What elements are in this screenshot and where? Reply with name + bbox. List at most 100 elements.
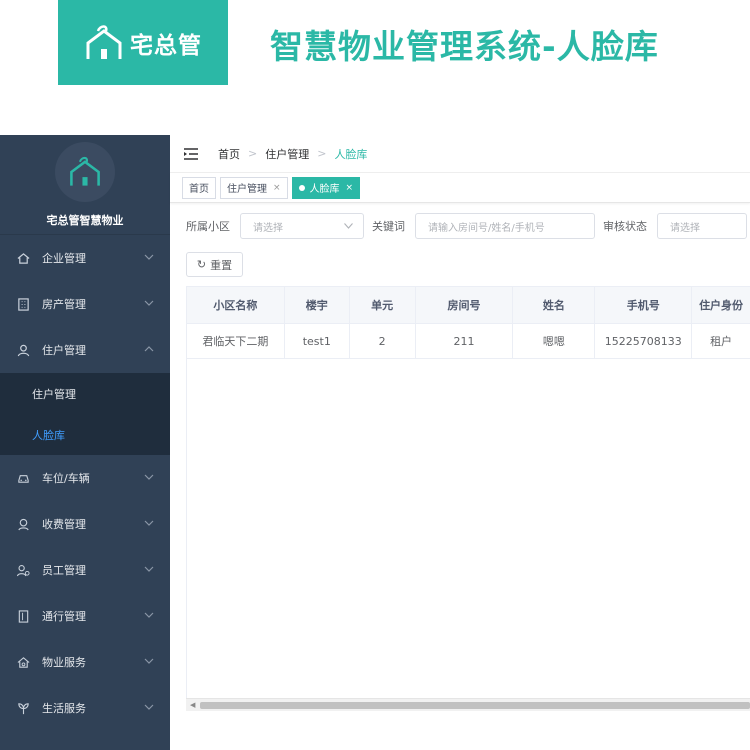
tags-view: 首页 住户管理 × 人脸库 ×	[170, 173, 750, 203]
sidebar-item-life-service[interactable]: 生活服务	[0, 685, 170, 731]
reset-label: 重置	[210, 258, 233, 272]
status-label: 审核状态	[603, 220, 647, 233]
sidebar-item-staff[interactable]: 员工管理	[0, 547, 170, 593]
status-select[interactable]: 请选择	[657, 213, 747, 239]
column-header[interactable]: 小区名称	[187, 287, 285, 323]
sidebar-item-residents[interactable]: 住户管理	[0, 327, 170, 373]
sidebar-item-enterprise[interactable]: 企业管理	[0, 235, 170, 281]
scrollbar-thumb[interactable]	[200, 702, 750, 709]
keyword-placeholder: 请输入房间号/姓名/手机号	[428, 222, 545, 234]
sidebar-item-label: 车位/车辆	[42, 472, 90, 485]
tag-home[interactable]: 首页	[182, 176, 216, 199]
column-header[interactable]: 房间号	[416, 287, 514, 323]
logo: 宅总管	[58, 0, 228, 85]
column-header[interactable]: 楼宇	[285, 287, 350, 323]
chevron-down-icon	[344, 223, 353, 229]
sidebar-item-label: 收费管理	[42, 518, 86, 531]
sidebar: 宅总管智慧物业 企业管理 房产管理 住户管理 住户管理 人脸库 车位/车辆 收费…	[0, 135, 170, 750]
home-icon	[16, 251, 30, 265]
breadcrumb-separator: >	[248, 147, 258, 160]
tag-label: 住户管理	[227, 184, 267, 195]
user-icon	[16, 343, 30, 357]
community-placeholder: 请选择	[253, 222, 283, 234]
table-row[interactable]: 君临天下二期 test1 2 211 嗯嗯 15225708133 租户	[187, 323, 750, 359]
chevron-down-icon	[144, 704, 154, 710]
chevron-down-icon	[144, 300, 154, 306]
sidebar-item-property-service[interactable]: 物业服务	[0, 639, 170, 685]
table-cell: 211	[416, 324, 514, 358]
tag-label: 人脸库	[309, 184, 340, 195]
sidebar-item-billing[interactable]: 收费管理	[0, 501, 170, 547]
logo-text: 宅总管	[130, 32, 202, 59]
submenu-residents: 住户管理 人脸库	[0, 373, 170, 455]
breadcrumb-residents[interactable]: 住户管理	[265, 146, 309, 162]
sidebar-subitem-face-library[interactable]: 人脸库	[0, 414, 170, 455]
sidebar-item-access[interactable]: 通行管理	[0, 593, 170, 639]
leaf-icon	[16, 701, 30, 715]
navbar: 首页 > 住户管理 > 人脸库	[170, 135, 750, 173]
sidebar-item-property[interactable]: 房产管理	[0, 281, 170, 327]
breadcrumb-current: 人脸库	[334, 147, 368, 161]
tag-face-library[interactable]: 人脸库 ×	[291, 176, 361, 199]
data-table: 小区名称 楼宇 单元 房间号 姓名 手机号 住户身份 君临天下二期 test1 …	[186, 286, 750, 711]
sidebar-brand: 宅总管智慧物业	[46, 213, 124, 227]
menu-toggle-icon[interactable]	[184, 147, 198, 160]
staff-icon	[16, 563, 30, 577]
column-header[interactable]: 手机号	[595, 287, 693, 323]
tag-label: 首页	[189, 184, 209, 195]
column-header[interactable]: 住户身份	[692, 287, 750, 323]
main-content: 首页 > 住户管理 > 人脸库 首页 住户管理 × 人脸库 × 所属小区 请选择…	[170, 135, 750, 750]
sidebar-item-label: 通行管理	[42, 610, 86, 623]
scroll-left-icon[interactable]: ◀	[190, 701, 195, 709]
avatar	[55, 141, 115, 202]
column-header[interactable]: 单元	[350, 287, 416, 323]
table-cell: 2	[350, 324, 416, 358]
active-dot-icon	[298, 184, 305, 191]
sidebar-item-label: 房产管理	[42, 298, 86, 311]
sidebar-item-label: 物业服务	[42, 656, 86, 669]
sidebar-item-parking[interactable]: 车位/车辆	[0, 455, 170, 501]
table-header: 小区名称 楼宇 单元 房间号 姓名 手机号 住户身份	[187, 287, 750, 323]
horizontal-scrollbar[interactable]: ◀	[186, 698, 750, 711]
chevron-down-icon	[144, 612, 154, 618]
table-cell: 15225708133	[595, 324, 693, 358]
service-icon	[16, 655, 30, 669]
close-icon[interactable]: ×	[346, 183, 354, 193]
door-icon	[16, 609, 30, 623]
sidebar-item-label: 企业管理	[42, 252, 86, 265]
chevron-down-icon	[144, 474, 154, 480]
community-select[interactable]: 请选择	[240, 213, 364, 239]
chevron-up-icon	[144, 346, 154, 352]
close-icon[interactable]: ×	[273, 183, 281, 193]
sidebar-subitem-resident-management[interactable]: 住户管理	[0, 373, 170, 414]
sidebar-item-label: 住户管理	[42, 344, 86, 357]
status-placeholder: 请选择	[670, 222, 700, 234]
keyword-label: 关键词	[372, 220, 405, 233]
reset-button[interactable]: ↻ 重置	[186, 252, 243, 277]
community-label: 所属小区	[186, 220, 230, 233]
chevron-down-icon	[144, 520, 154, 526]
tag-residents[interactable]: 住户管理 ×	[220, 176, 288, 199]
money-icon	[16, 517, 30, 531]
table-cell: 租户	[710, 335, 733, 348]
sidebar-logo: 宅总管智慧物业	[0, 135, 170, 235]
keyword-input[interactable]: 请输入房间号/姓名/手机号	[415, 213, 595, 239]
refresh-icon: ↻	[196, 258, 207, 271]
car-icon	[16, 471, 30, 485]
chevron-down-icon	[144, 566, 154, 572]
banner-title: 智慧物业管理系统-人脸库	[270, 27, 659, 66]
table-cell: 嗯嗯	[513, 324, 596, 358]
table-cell: test1	[285, 324, 350, 358]
house-logo-icon	[70, 156, 100, 186]
chevron-down-icon	[144, 658, 154, 664]
chevron-down-icon	[144, 254, 154, 260]
column-header[interactable]: 姓名	[513, 287, 596, 323]
breadcrumb-home[interactable]: 首页	[218, 146, 240, 162]
sidebar-item-label: 生活服务	[42, 702, 86, 715]
filter-form: 所属小区 请选择 关键词 请输入房间号/姓名/手机号 审核状态 请选择	[186, 213, 747, 239]
table-cell: 君临天下二期	[187, 324, 285, 358]
sidebar-item-label: 员工管理	[42, 564, 86, 577]
building-icon	[16, 297, 30, 311]
breadcrumb-separator: >	[317, 147, 327, 160]
house-logo-icon	[86, 24, 122, 59]
